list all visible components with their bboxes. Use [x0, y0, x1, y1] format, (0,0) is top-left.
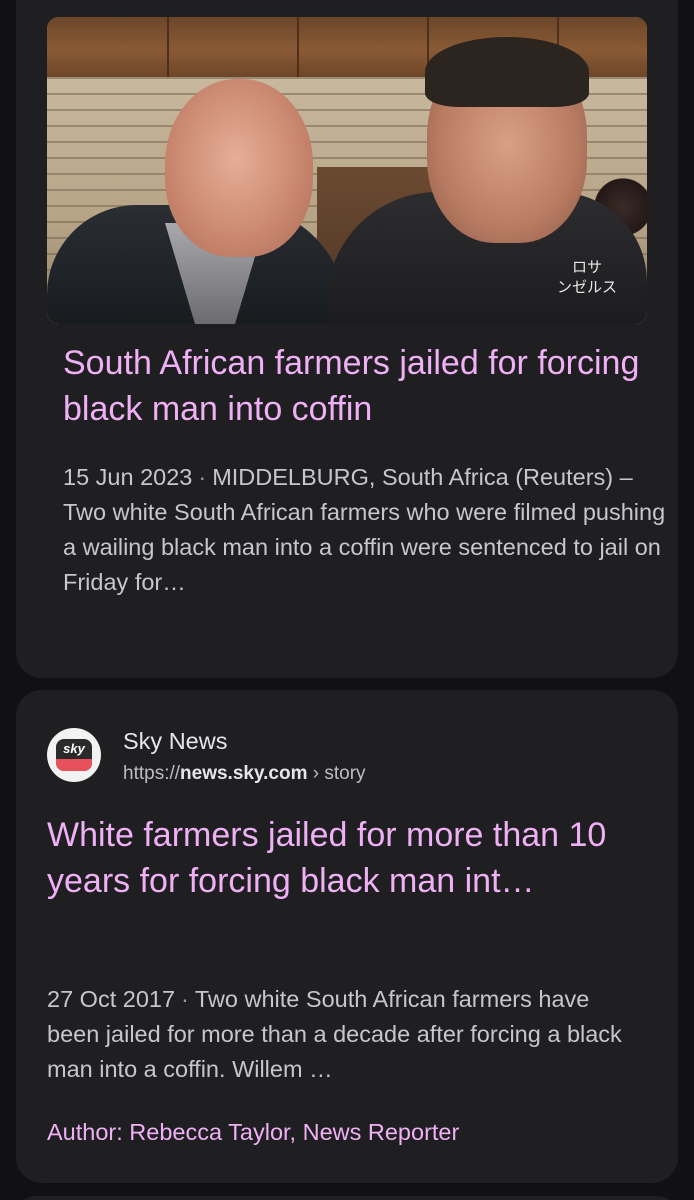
- result-date: 27 Oct 2017: [47, 986, 176, 1012]
- result-title-link[interactable]: White farmers jailed for more than 10 ye…: [47, 812, 647, 904]
- search-results-page: ロサ ンゼルス South African farmers jailed for…: [0, 0, 694, 1200]
- favicon-label: sky: [63, 741, 85, 756]
- image-person-right-hair: [425, 37, 589, 107]
- image-shirt-print: ロサ ンゼルス: [557, 258, 618, 296]
- sky-news-favicon-icon: sky: [47, 728, 101, 782]
- image-person-left-head: [165, 79, 313, 257]
- result-title-link[interactable]: South African farmers jailed for forcing…: [63, 340, 663, 432]
- result-author: Author: Rebecca Taylor, News Reporter: [47, 1119, 460, 1145]
- separator-dot: ·: [181, 986, 189, 1012]
- result-snippet: 27 Oct 2017 · Two white South African farm…: [47, 982, 647, 1087]
- site-url: https://news.sky.com › story: [123, 763, 366, 784]
- separator-dot: ·: [198, 464, 207, 490]
- result-source[interactable]: sky Sky News https://news.sky.com › stor…: [47, 724, 647, 788]
- result-card-reuters[interactable]: ロサ ンゼルス South African farmers jailed for…: [16, 0, 678, 678]
- result-date: 15 Jun 2023: [63, 464, 193, 490]
- result-snippet: 15 Jun 2023 · MIDDELBURG, South Africa (Re…: [63, 460, 673, 600]
- site-name: Sky News: [123, 728, 228, 754]
- result-thumbnail-image[interactable]: ロサ ンゼルス: [47, 17, 647, 324]
- result-card-next-partial[interactable]: [16, 1196, 678, 1200]
